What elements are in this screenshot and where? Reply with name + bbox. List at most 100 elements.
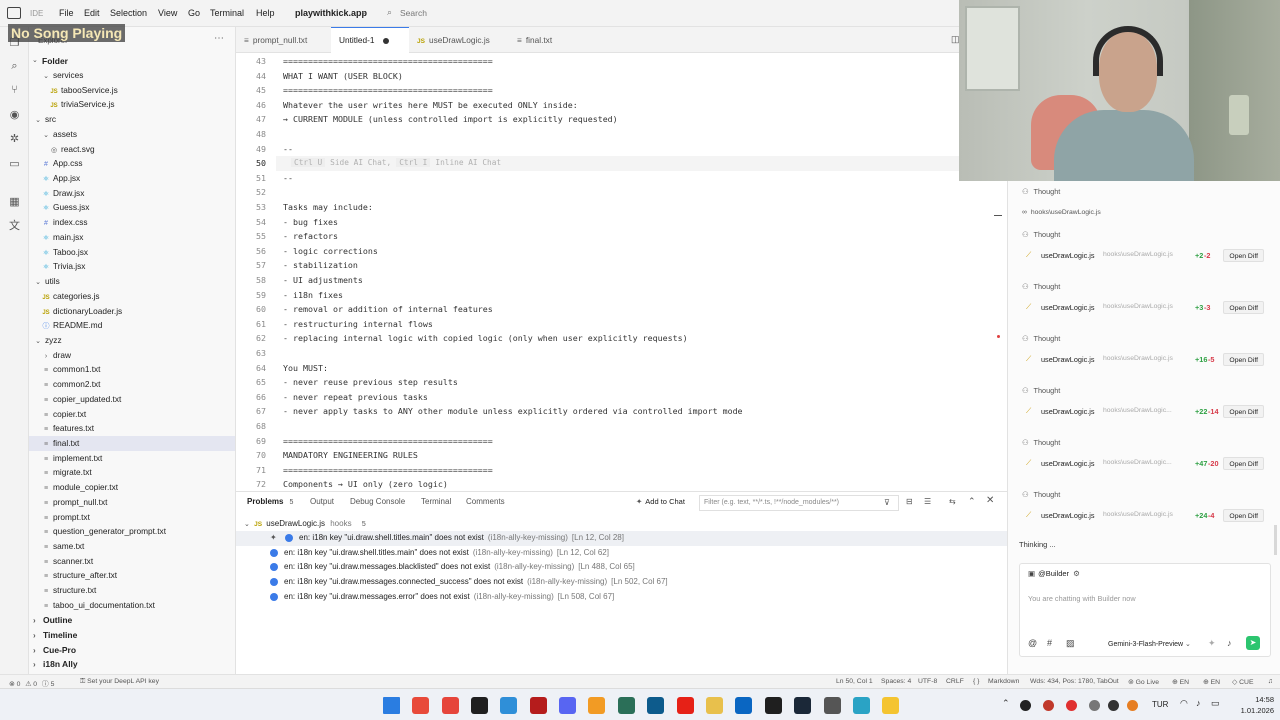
tree-file[interactable]: ⚛ main.jsx	[29, 230, 235, 245]
tray-chevron-icon[interactable]: ⌃	[1002, 698, 1010, 709]
problem-row[interactable]: en: i18n key "ui.draw.messages.error" do…	[236, 590, 1007, 605]
tray-app-3-icon[interactable]	[1066, 700, 1077, 711]
edited-file-row[interactable]: ⟋ useDrawLogic.js hooks\useDrawLogic.js +24…	[1020, 507, 1268, 525]
thought-row[interactable]: ⚇ Thought	[1022, 187, 1060, 196]
tree-file[interactable]: ⚛ Trivia.jsx	[29, 259, 235, 274]
tree-file[interactable]: ≡ structure.txt	[29, 583, 235, 598]
problems-filter-input[interactable]: Filter (e.g. text, **/*.ts, !**/node_mod…	[699, 495, 899, 511]
search-icon[interactable]: ⌕	[8, 60, 21, 73]
tree-file[interactable]: ⚛ Guess.jsx	[29, 200, 235, 215]
preview-eye-icon[interactable]: ◉	[8, 109, 21, 122]
add-to-chat-button[interactable]: ✦ Add to Chat	[636, 497, 685, 506]
open-diff-button[interactable]: Open Diff	[1223, 300, 1264, 314]
chat-composer[interactable]: ▣ @Builder ⚙ You are chatting with Builder…	[1019, 563, 1271, 657]
panel-tab-debug-console[interactable]: Debug Console	[350, 497, 405, 506]
tree-file[interactable]: ≡ copier.txt	[29, 407, 235, 422]
volume-icon[interactable]: ♪	[1196, 698, 1201, 708]
tree-file[interactable]: ≡ common2.txt	[29, 377, 235, 392]
tree-file[interactable]: ≡ question_generator_prompt.txt	[29, 524, 235, 539]
keyboard-language[interactable]: TUR	[1152, 700, 1168, 709]
tree-file[interactable]: ≡ structure_after.txt	[29, 568, 235, 583]
mic-icon[interactable]: ♪	[1227, 638, 1232, 648]
tree-file[interactable]: JS categories.js	[29, 289, 235, 304]
tree-file[interactable]: ≡ implement.txt	[29, 451, 235, 466]
tray-app-6-icon[interactable]	[1127, 700, 1138, 711]
section-cue-pro[interactable]: › Cue-Pro	[29, 643, 235, 658]
wifi-icon[interactable]: ◠	[1180, 698, 1188, 709]
send-button[interactable]: ➤	[1246, 636, 1260, 650]
go-live-button[interactable]: ⊚ Go Live	[1128, 678, 1159, 686]
sparkle-icon[interactable]: ✦	[1208, 638, 1216, 649]
ai-fix-icon[interactable]: ✦	[270, 531, 277, 546]
translate-icon[interactable]: 文	[8, 220, 21, 233]
folder-app-icon[interactable]	[706, 697, 723, 714]
view-as-tree-icon[interactable]: ☰	[924, 497, 931, 506]
edited-file-row[interactable]: ⟋ useDrawLogic.js hooks\useDrawLogic.js +3-…	[1020, 299, 1268, 317]
chat-input-placeholder[interactable]: You are chatting with Builder now	[1028, 594, 1136, 603]
tree-file[interactable]: ⓘ README.md	[29, 318, 235, 333]
i18n-lang-1[interactable]: ⊕ EN	[1172, 678, 1189, 686]
more-actions-icon[interactable]: ⋯	[214, 33, 224, 44]
tree-file[interactable]: ≡ common1.txt	[29, 362, 235, 377]
tray-app-5-icon[interactable]	[1108, 700, 1119, 711]
menu-help[interactable]: Help	[256, 8, 275, 18]
hash-icon[interactable]: #	[1047, 638, 1052, 648]
tree-file[interactable]: # index.css	[29, 215, 235, 230]
problems-status[interactable]: ⊗ 0 ⚠ 0 ⓘ 5	[9, 678, 54, 688]
edited-file-row[interactable]: ⟋ useDrawLogic.js hooks\useDrawLogic... +47…	[1020, 455, 1268, 473]
section-timeline[interactable]: › Timeline	[29, 628, 235, 643]
filezilla-icon[interactable]	[530, 697, 547, 714]
tree-file[interactable]: ≡ final.txt	[29, 436, 235, 451]
maximize-panel-icon[interactable]: ⌃	[968, 496, 976, 507]
open-diff-button[interactable]: Open Diff	[1223, 248, 1264, 262]
i18n-lang-2[interactable]: ⊕ EN	[1203, 678, 1220, 686]
tree-file[interactable]: ≡ migrate.txt	[29, 465, 235, 480]
tray-app-2-icon[interactable]	[1043, 700, 1054, 711]
explorer-icon[interactable]	[882, 697, 899, 714]
menu-edit[interactable]: Edit	[84, 8, 100, 18]
open-diff-button[interactable]: Open Diff	[1223, 508, 1264, 522]
thought-row[interactable]: ⚇ Thought	[1022, 282, 1060, 291]
tree-file[interactable]: ◎ react.svg	[29, 142, 235, 157]
panel-tab-terminal[interactable]: Terminal	[421, 497, 451, 506]
thought-row[interactable]: ⚇ Thought	[1022, 230, 1060, 239]
tree-file[interactable]: ⚛ Draw.jsx	[29, 186, 235, 201]
line-ending[interactable]: CRLF	[946, 678, 964, 685]
filter-icon[interactable]: ⊽	[884, 498, 890, 507]
debug-icon[interactable]: ✲	[8, 133, 21, 146]
edited-file-row[interactable]: ⟋ useDrawLogic.js hooks\useDrawLogic... +22…	[1020, 403, 1268, 421]
tree-file[interactable]: ≡ module_copier.txt	[29, 480, 235, 495]
thought-row[interactable]: ⚇ Thought	[1022, 386, 1060, 395]
language-mode[interactable]: Markdown	[988, 678, 1019, 685]
model-selector[interactable]: Gemini-3-Flash-Preview ⌄	[1108, 640, 1191, 648]
image-icon[interactable]: ▨	[1066, 638, 1075, 649]
thought-row[interactable]: ⚇ Thought	[1022, 490, 1060, 499]
tree-file[interactable]: ≡ prompt.txt	[29, 510, 235, 525]
ide-icon[interactable]	[471, 697, 488, 714]
menu-view[interactable]: View	[158, 8, 177, 18]
problem-row[interactable]: en: i18n key "ui.draw.messages.connected…	[236, 575, 1007, 590]
tree-file[interactable]: ≡ features.txt	[29, 421, 235, 436]
terminal-icon[interactable]	[647, 697, 664, 714]
tab-prompt-null-txt[interactable]: ≡ prompt_null.txt	[236, 27, 331, 53]
tree-file[interactable]: JS tabooService.js	[29, 83, 235, 98]
tree-folder[interactable]: ⌄ services	[29, 68, 235, 83]
tree-file[interactable]: ≡ taboo_ui_documentation.txt	[29, 598, 235, 613]
tree-file[interactable]: # App.css	[29, 156, 235, 171]
github-icon[interactable]	[765, 697, 782, 714]
tree-folder[interactable]: ⌄ assets	[29, 127, 235, 142]
problem-group-header[interactable]: ⌄ JS useDrawLogic.js hooks 5	[244, 517, 366, 531]
start-menu-icon[interactable]	[383, 697, 400, 714]
chrome-icon[interactable]	[412, 697, 429, 714]
collapse-all-icon[interactable]: ⊟	[906, 497, 913, 506]
menu-terminal[interactable]: Terminal	[210, 8, 244, 18]
close-panel-icon[interactable]: ✕	[986, 495, 994, 506]
deepl-status[interactable]: ⚿ Set your DeepL API key	[80, 678, 159, 686]
extensions-icon[interactable]: ▦	[8, 196, 21, 209]
tree-file[interactable]: ⚛ App.jsx	[29, 171, 235, 186]
thought-row[interactable]: ⚇ Thought	[1022, 334, 1060, 343]
mention-icon[interactable]: @	[1028, 638, 1037, 648]
open-diff-button[interactable]: Open Diff	[1223, 352, 1264, 366]
steam-icon[interactable]	[794, 697, 811, 714]
tree-file[interactable]: ≡ prompt_null.txt	[29, 495, 235, 510]
